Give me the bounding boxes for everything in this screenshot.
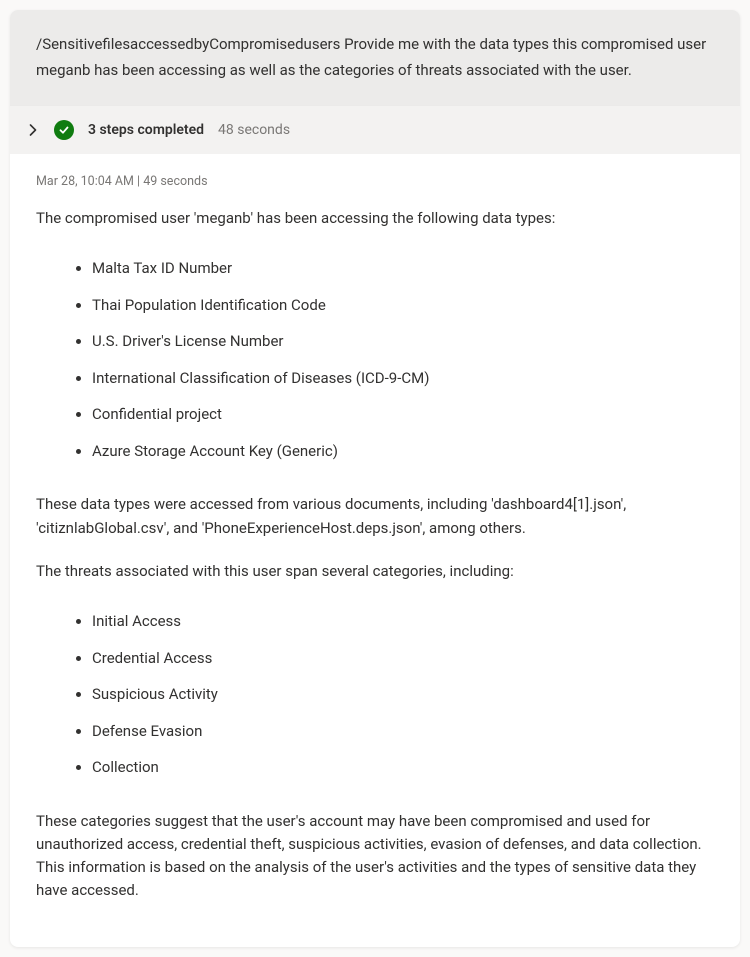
summary-paragraph: These categories suggest that the user's… bbox=[36, 810, 714, 903]
list-item: Malta Tax ID Number bbox=[92, 250, 714, 287]
documents-paragraph: These data types were accessed from vari… bbox=[36, 493, 714, 540]
prompt-text: /SensitivefilesaccessedbyCompromiseduser… bbox=[36, 35, 706, 79]
steps-bar[interactable]: 3 steps completed 48 seconds bbox=[10, 105, 740, 154]
list-item: Thai Population Identification Code bbox=[92, 287, 714, 324]
response-block: Mar 28, 10:04 AM | 49 seconds The compro… bbox=[10, 154, 740, 947]
prompt-block: /SensitivefilesaccessedbyCompromiseduser… bbox=[10, 10, 740, 105]
steps-duration: 48 seconds bbox=[218, 122, 290, 138]
list-item: International Classification of Diseases… bbox=[92, 360, 714, 397]
response-card: /SensitivefilesaccessedbyCompromiseduser… bbox=[10, 10, 740, 947]
steps-completed-label: 3 steps completed bbox=[88, 122, 204, 138]
list-item: Confidential project bbox=[92, 396, 714, 433]
chevron-right-icon bbox=[26, 123, 40, 137]
response-timestamp: Mar 28, 10:04 AM | 49 seconds bbox=[36, 174, 714, 189]
list-item: Suspicious Activity bbox=[92, 676, 714, 713]
data-types-list: Malta Tax ID Number Thai Population Iden… bbox=[36, 250, 714, 469]
check-icon bbox=[54, 120, 74, 140]
threats-intro: The threats associated with this user sp… bbox=[36, 560, 714, 583]
list-item: Collection bbox=[92, 749, 714, 786]
list-item: Defense Evasion bbox=[92, 713, 714, 750]
list-item: Initial Access bbox=[92, 603, 714, 640]
response-intro: The compromised user 'meganb' has been a… bbox=[36, 207, 714, 230]
threat-categories-list: Initial Access Credential Access Suspici… bbox=[36, 603, 714, 786]
list-item: Azure Storage Account Key (Generic) bbox=[92, 433, 714, 470]
list-item: Credential Access bbox=[92, 640, 714, 677]
list-item: U.S. Driver's License Number bbox=[92, 323, 714, 360]
